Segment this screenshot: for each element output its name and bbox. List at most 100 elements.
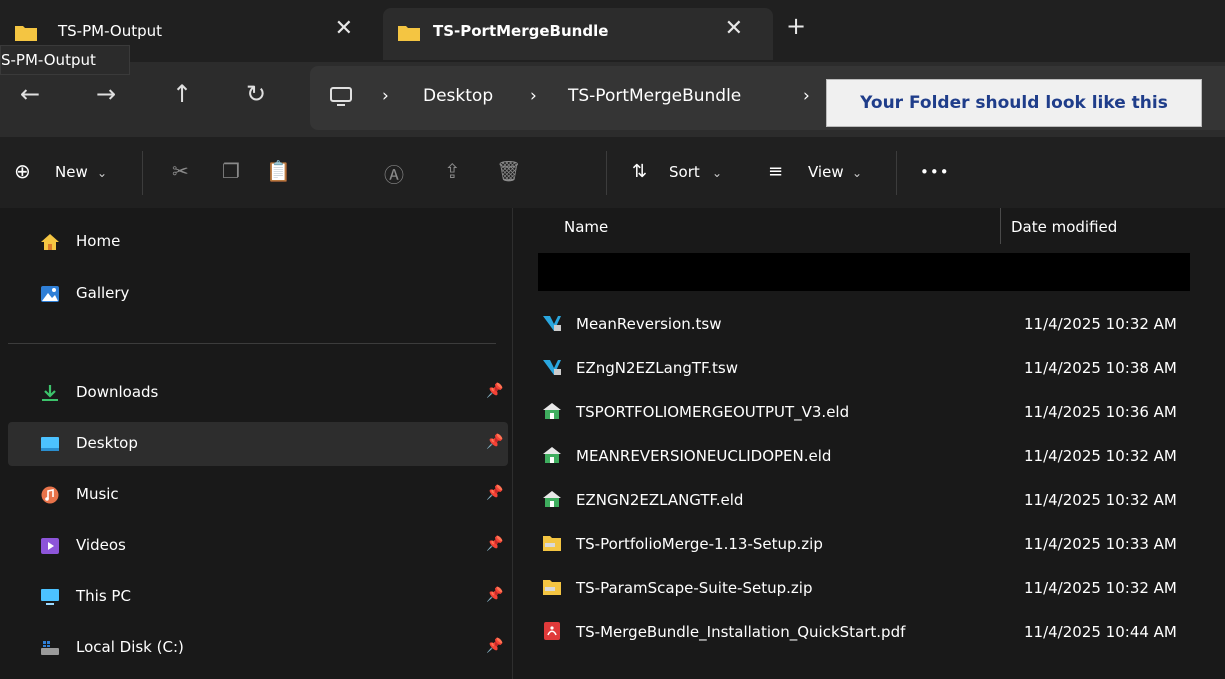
rename-icon[interactable]: Ⓐ — [384, 159, 404, 188]
toolbar-separator — [896, 151, 897, 195]
file-row[interactable]: MEANREVERSIONEUCLIDOPEN.eld 11/4/2025 10… — [538, 438, 1225, 474]
close-icon[interactable]: ✕ — [725, 16, 743, 41]
file-row[interactable]: TS-PortfolioMerge-1.13-Setup.zip 11/4/20… — [538, 526, 1225, 562]
close-icon[interactable]: ✕ — [335, 16, 353, 41]
sidebar-item-videos[interactable]: Videos 📌 — [8, 524, 508, 568]
file-date: 11/4/2025 10:32 AM — [1024, 447, 1177, 465]
sidebar-item-this-pc[interactable]: This PC 📌 — [8, 575, 508, 619]
file-date: 11/4/2025 10:38 AM — [1024, 359, 1177, 377]
file-name: MEANREVERSIONEUCLIDOPEN.eld — [576, 447, 832, 465]
pc-icon — [41, 589, 59, 605]
sidebar-item-label: Desktop — [76, 434, 138, 452]
sort-button[interactable]: Sort — [669, 163, 700, 181]
file-row[interactable]: TSPORTFOLIOMERGEOUTPUT_V3.eld 11/4/2025 … — [538, 394, 1225, 430]
file-name: TS-MergeBundle_Installation_QuickStart.p… — [576, 623, 906, 641]
copy-icon[interactable]: ❐ — [222, 159, 240, 183]
file-list: Name Date modified MeanReversion.tsw 11/… — [513, 208, 1225, 679]
sidebar-item-label: Gallery — [76, 284, 130, 302]
chevron-right-icon: › — [803, 86, 810, 106]
pin-icon[interactable]: 📌 — [486, 536, 503, 552]
eld-file-icon — [543, 403, 561, 419]
redacted-row — [538, 253, 1190, 291]
file-date: 11/4/2025 10:32 AM — [1024, 491, 1177, 509]
sidebar-item-music[interactable]: Music 📌 — [8, 473, 508, 517]
breadcrumb-current-folder[interactable]: TS-PortMergeBundle — [568, 86, 741, 106]
file-row[interactable]: EZngN2EZLangTF.tsw 11/4/2025 10:38 AM — [538, 350, 1225, 386]
toolbar-separator — [142, 151, 143, 195]
file-row[interactable]: MeanReversion.tsw 11/4/2025 10:32 AM — [538, 306, 1225, 342]
pin-icon[interactable]: 📌 — [486, 638, 503, 654]
pin-icon[interactable]: 📌 — [486, 485, 503, 501]
chevron-right-icon: › — [530, 86, 537, 106]
pin-icon[interactable]: 📌 — [486, 434, 503, 450]
share-icon[interactable]: ⇪ — [444, 159, 461, 183]
tab-label: TS-PortMergeBundle — [433, 22, 609, 40]
file-name: TSPORTFOLIOMERGEOUTPUT_V3.eld — [576, 403, 850, 421]
navigation-pane: Home Gallery Downloads 📌 Desktop 📌 Music… — [0, 208, 512, 679]
download-icon — [42, 385, 58, 401]
refresh-icon[interactable]: ↻ — [246, 80, 266, 108]
folder-icon — [15, 26, 37, 41]
file-name: MeanReversion.tsw — [576, 315, 722, 333]
music-icon — [41, 486, 59, 504]
up-icon[interactable]: ↑ — [172, 80, 192, 108]
pin-icon[interactable]: 📌 — [486, 587, 503, 603]
breadcrumb-desktop[interactable]: Desktop — [423, 86, 493, 106]
sidebar-divider — [8, 343, 496, 344]
file-date: 11/4/2025 10:32 AM — [1024, 579, 1177, 597]
column-header-name[interactable]: Name — [564, 218, 608, 236]
back-icon[interactable]: ← — [20, 80, 40, 108]
file-row[interactable]: EZNGN2EZLANGTF.eld 11/4/2025 10:32 AM — [538, 482, 1225, 518]
tab-label: TS-PM-Output — [58, 22, 163, 40]
sidebar-item-gallery[interactable]: Gallery — [8, 272, 508, 316]
file-date: 11/4/2025 10:33 AM — [1024, 535, 1177, 553]
disk-icon — [41, 641, 59, 655]
folder-icon — [398, 26, 420, 41]
zip-folder-icon — [543, 536, 561, 551]
command-bar: ⊕ New ⌄ ✂ ❐ 📋 Ⓐ ⇪ 🗑 ⇅ Sort ⌄ ≡ View ⌄ ••… — [0, 136, 1225, 208]
column-header-date-modified[interactable]: Date modified — [1011, 218, 1117, 236]
new-tab-icon[interactable]: + — [786, 12, 806, 40]
view-icon[interactable]: ≡ — [768, 161, 783, 182]
file-row[interactable]: TS-MergeBundle_Installation_QuickStart.p… — [538, 614, 1225, 650]
new-button[interactable]: New — [55, 163, 88, 181]
file-row[interactable]: TS-ParamScape-Suite-Setup.zip 11/4/2025 … — [538, 570, 1225, 606]
tab-tooltip: S-PM-Output — [0, 45, 130, 75]
sidebar-item-label: Videos — [76, 536, 126, 554]
delete-icon[interactable]: 🗑 — [496, 159, 521, 183]
cut-icon[interactable]: ✂ — [172, 159, 189, 183]
sidebar-item-desktop[interactable]: Desktop 📌 — [8, 422, 508, 466]
sidebar-item-label: Home — [76, 232, 121, 250]
desktop-icon — [41, 437, 59, 451]
chevron-down-icon: ⌄ — [712, 166, 723, 180]
file-name: EZNGN2EZLANGTF.eld — [576, 491, 744, 509]
more-options-button[interactable]: ••• — [920, 163, 950, 181]
gallery-icon — [41, 286, 59, 302]
file-name: TS-ParamScape-Suite-Setup.zip — [576, 579, 813, 597]
forward-icon[interactable]: → — [96, 80, 116, 108]
sidebar-item-label: Music — [76, 485, 119, 503]
sidebar-item-local-disk[interactable]: Local Disk (C:) 📌 — [8, 626, 508, 670]
chevron-right-icon: › — [382, 86, 389, 106]
file-date: 11/4/2025 10:36 AM — [1024, 403, 1177, 421]
monitor-icon — [330, 87, 352, 106]
video-icon — [41, 538, 59, 554]
eld-file-icon — [543, 491, 561, 507]
tsw-file-icon — [543, 316, 561, 331]
file-name: EZngN2EZLangTF.tsw — [576, 359, 738, 377]
file-name: TS-PortfolioMerge-1.13-Setup.zip — [576, 535, 823, 553]
add-circle-icon[interactable]: ⊕ — [14, 159, 31, 183]
sidebar-item-home[interactable]: Home — [8, 220, 508, 264]
tab-ts-portmergebundle[interactable]: TS-PortMergeBundle ✕ — [383, 8, 773, 60]
sidebar-item-downloads[interactable]: Downloads 📌 — [8, 371, 508, 415]
toolbar-separator — [606, 151, 607, 195]
column-separator[interactable] — [1000, 208, 1001, 244]
pin-icon[interactable]: 📌 — [486, 383, 503, 399]
instruction-callout: Your Folder should look like this — [826, 79, 1202, 127]
paste-icon[interactable]: 📋 — [266, 159, 291, 183]
home-icon — [41, 234, 59, 250]
tsw-file-icon — [543, 360, 561, 375]
sidebar-item-label: Downloads — [76, 383, 159, 401]
view-button[interactable]: View — [808, 163, 844, 181]
sort-icon[interactable]: ⇅ — [632, 161, 647, 182]
